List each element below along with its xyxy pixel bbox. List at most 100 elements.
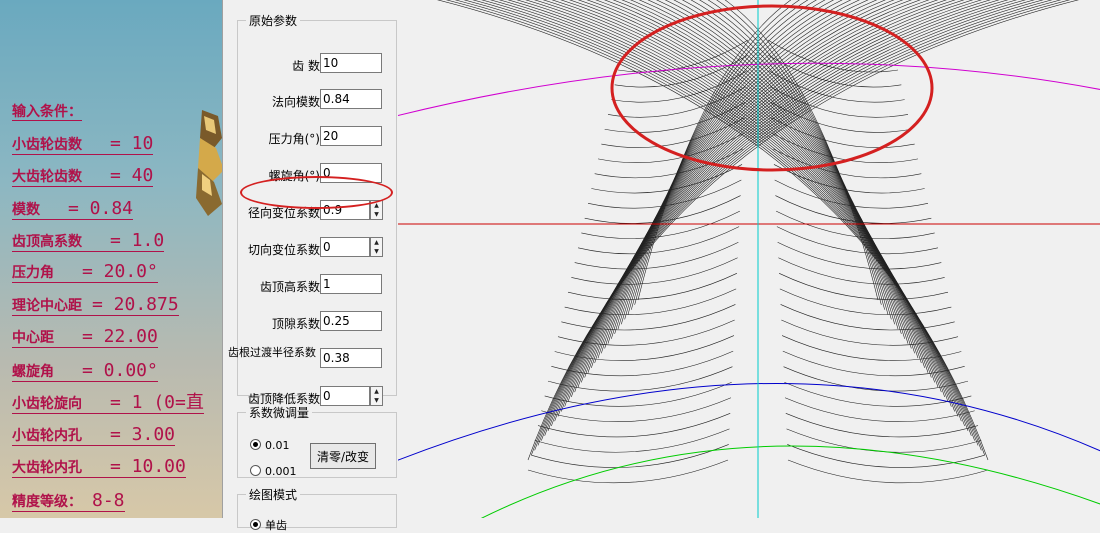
tooth-profile-line: [544, 0, 1036, 436]
condition-label: 小齿轮旋向: [12, 396, 82, 412]
param-row: 齿 数: [238, 53, 398, 77]
condition-value: = 1 (0=直: [110, 392, 204, 413]
tooth-profile-line: [638, 0, 912, 349]
param-label: 顶隙系数: [271, 317, 320, 331]
input-condition-row: 小齿轮内孔 = 3.00: [12, 424, 176, 446]
tooth-profile-line: [564, 288, 737, 316]
root-circle: [480, 445, 1100, 518]
condition-value: = 0.00°: [82, 360, 158, 381]
condition-label: 大齿轮齿数: [12, 169, 82, 185]
tooth-profile-line: [561, 304, 736, 331]
param-row: 压力角(°): [238, 126, 398, 150]
param-input[interactable]: [320, 53, 382, 73]
param-input[interactable]: [320, 274, 382, 294]
condition-value: = 20.0°: [82, 261, 158, 282]
param-label: 压力角(°): [268, 132, 320, 146]
input-condition-row: 压力角 = 20.0°: [12, 263, 158, 283]
tooth-profile-line: [673, 0, 899, 330]
spin-down-icon[interactable]: ▼: [371, 210, 382, 219]
tooth-profile-line: [786, 428, 982, 453]
input-condition-row: 中心距 = 22.00: [12, 328, 158, 348]
tooth-profile-line: [637, 0, 792, 301]
param-row: 切向变位系数 ▲▼: [238, 237, 398, 261]
param-input[interactable]: [320, 311, 382, 331]
tooth-profile-line: [597, 0, 895, 359]
tooth-profile-line: [767, 39, 899, 73]
tooth-profile-line: [498, 0, 965, 427]
parameters-panel: 原始参数 齿 数法向模数压力角(°)螺旋角(°)径向变位系数▲▼切向变位系数▲▼…: [222, 0, 399, 532]
spin-up-icon[interactable]: ▲: [371, 238, 382, 247]
condition-label: 齿顶高系数: [12, 234, 82, 250]
param-input[interactable]: [320, 89, 382, 109]
condition-value: = 10: [110, 133, 154, 154]
spin-button[interactable]: ▲ ▼: [370, 237, 383, 257]
param-row: 螺旋角(°): [238, 163, 398, 187]
condition-value: = 1.0: [110, 230, 165, 251]
original-params-group: 原始参数 齿 数法向模数压力角(°)螺旋角(°)径向变位系数▲▼切向变位系数▲▼…: [228, 12, 398, 406]
spin-up-icon[interactable]: ▲: [371, 201, 382, 210]
tooth-profile-line: [777, 241, 942, 270]
param-input[interactable]: [320, 126, 382, 146]
param-input[interactable]: [320, 386, 370, 406]
tooth-profile-line: [778, 273, 949, 300]
condition-label: 中心距: [12, 330, 54, 346]
param-label: 螺旋角(°): [268, 169, 320, 183]
param-label: 齿 数: [292, 59, 320, 73]
spin-down-icon[interactable]: ▼: [371, 247, 382, 256]
tooth-profile-line: [527, 459, 729, 484]
input-condition-row: 大齿轮内孔 = 10.00: [12, 458, 186, 478]
param-input[interactable]: [320, 237, 370, 257]
reset-change-button[interactable]: 清零/改变: [310, 443, 376, 469]
fine-adjust-group: 系数微调量 0.01 0.001 清零/改变: [237, 404, 397, 478]
param-input[interactable]: [320, 348, 382, 368]
input-condition-row: 小齿轮旋向 = 1 (0=直: [12, 394, 204, 414]
param-row: 法向模数: [238, 89, 398, 113]
condition-value: = 3.00: [110, 424, 176, 445]
param-label: 齿顶高系数: [259, 280, 320, 294]
input-condition-row: 齿顶高系数 = 1.0: [12, 230, 165, 252]
adjust-option-0.01[interactable]: 0.01: [250, 439, 290, 452]
tooth-profile-line: [617, 0, 843, 330]
tooth-profile-line: [571, 257, 738, 285]
spin-up-icon[interactable]: ▲: [371, 387, 382, 396]
tooth-profile-line: [604, 0, 878, 349]
adjust-option-0.001[interactable]: 0.001: [250, 465, 297, 478]
radio-dot-icon[interactable]: [250, 519, 261, 530]
param-input[interactable]: [320, 163, 382, 183]
tooth-profile-line: [787, 444, 985, 468]
spin-button[interactable]: ▲ ▼: [370, 200, 383, 220]
condition-label: 大齿轮内孔: [12, 460, 82, 476]
param-row: 顶隙系数: [238, 311, 398, 335]
condition-value: = 0.84: [68, 198, 134, 219]
tooth-profile-line: [601, 117, 745, 148]
input-condition-row: 模数 = 0.84: [12, 198, 134, 220]
tooth-profile-line: [574, 241, 739, 270]
radio-dot-icon[interactable]: [250, 465, 261, 476]
radio-dot-icon[interactable]: [250, 439, 261, 450]
condition-label: 模数: [12, 202, 40, 218]
tooth-profile-line: [707, 0, 885, 310]
param-input[interactable]: [320, 200, 370, 220]
tooth-profile-line: [780, 304, 955, 331]
condition-label: 压力角: [12, 265, 54, 281]
original-params-title: 原始参数: [249, 14, 298, 28]
input-condition-row: 理论中心距 = 20.875: [12, 296, 179, 316]
param-row: 径向变位系数 ▲▼: [238, 200, 398, 224]
draw-mode-group: 绘图模式 单齿: [237, 486, 397, 532]
condition-value: = 22.00: [82, 326, 158, 347]
draw-mode-title: 绘图模式: [249, 488, 298, 502]
spin-button[interactable]: ▲ ▼: [370, 386, 383, 406]
input-condition-row: 小齿轮齿数 = 10: [12, 133, 154, 155]
tooth-profile-line: [507, 0, 962, 422]
condition-label: 小齿轮内孔: [12, 428, 82, 444]
input-condition-row: 精度等级： 8-8: [12, 492, 125, 512]
param-label: 径向变位系数: [247, 206, 320, 220]
tooth-profile-line: [586, 0, 932, 378]
draw-mode-option-single[interactable]: 单齿: [250, 517, 287, 533]
param-label: 齿根过渡半径系数: [228, 346, 316, 359]
condition-label: 小齿轮齿数: [12, 137, 82, 153]
param-label: 法向模数: [271, 95, 320, 109]
input-condition-row: 螺旋角 = 0.00°: [12, 362, 158, 382]
tooth-profile-line: [778, 257, 945, 285]
input-condition-row: 大齿轮齿数 = 40: [12, 167, 154, 187]
